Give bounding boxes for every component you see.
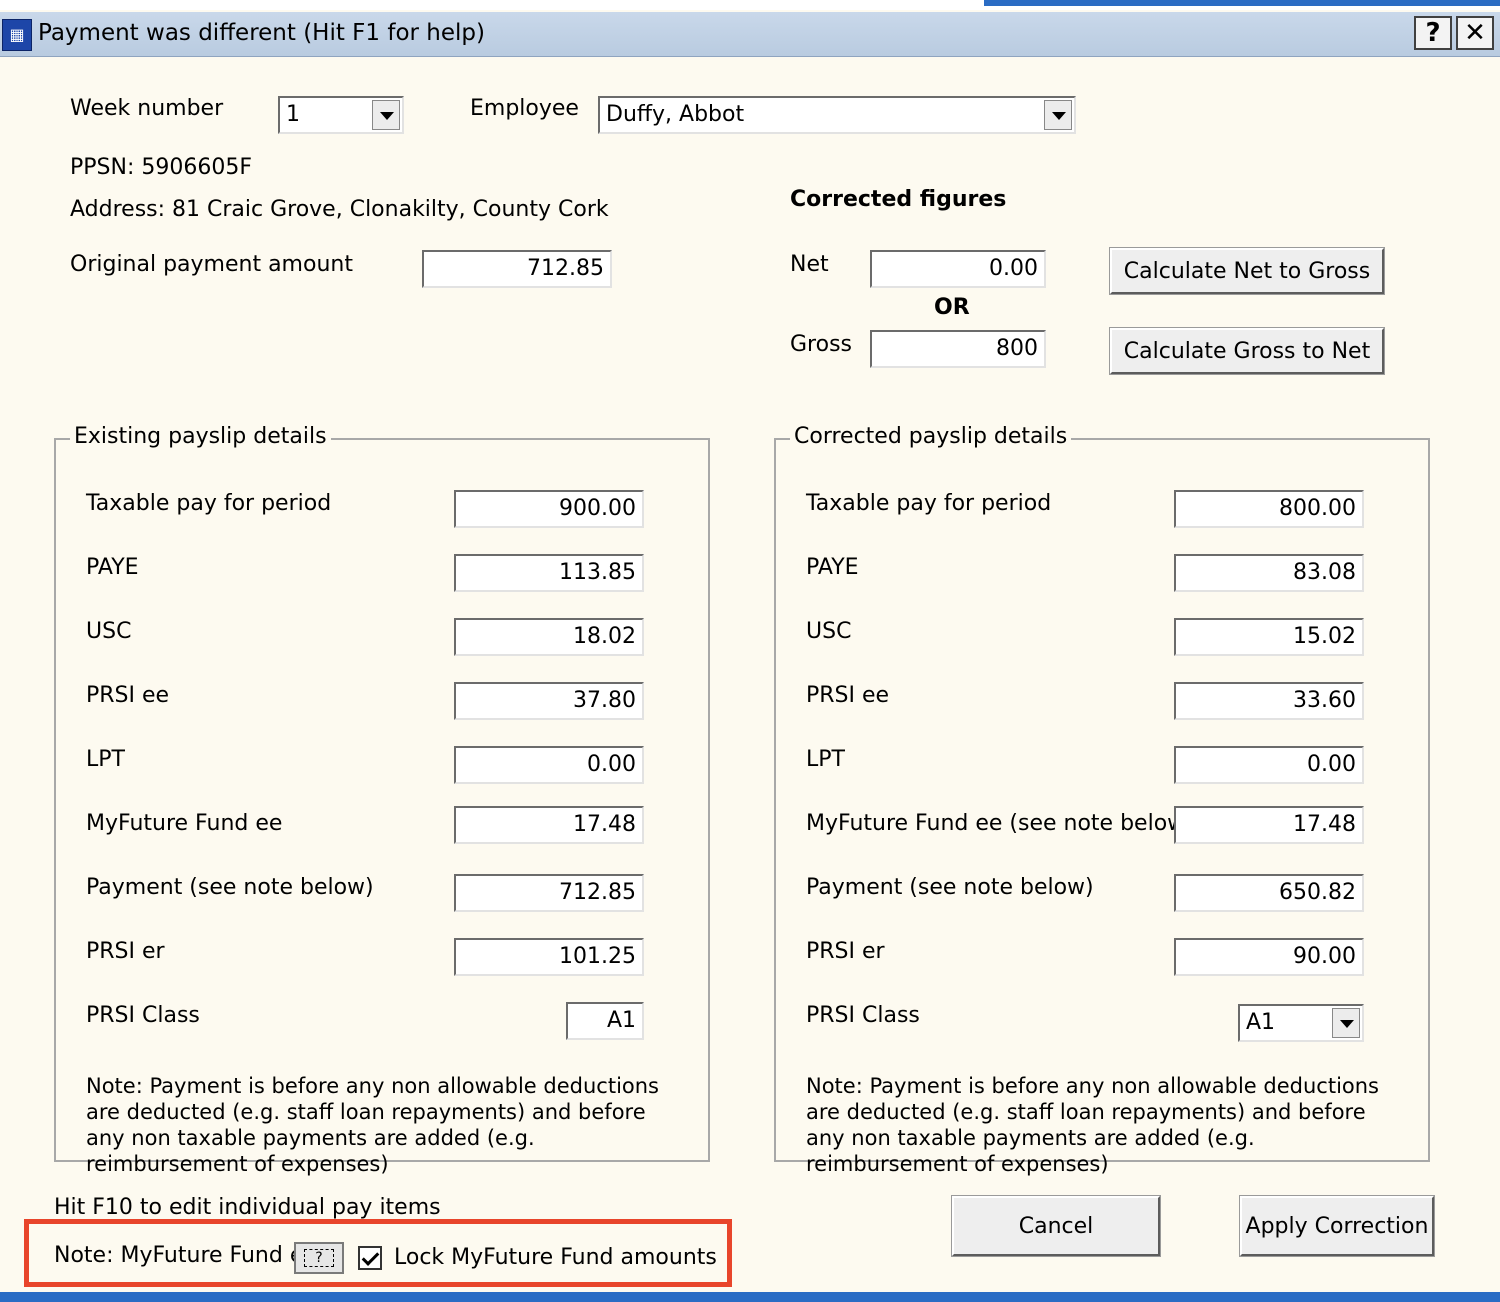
- chevron-down-icon[interactable]: [372, 100, 400, 130]
- existing-taxable-pay-field[interactable]: 900.00: [454, 490, 644, 528]
- existing-row-label: MyFuture Fund ee: [86, 811, 283, 836]
- close-button[interactable]: ✕: [1456, 16, 1494, 50]
- ppsn-text: PPSN: 5906605F: [70, 155, 252, 180]
- existing-row-label: USC: [86, 619, 132, 644]
- myfuture-note-label: Note: MyFuture Fund ee: [54, 1243, 317, 1268]
- net-label: Net: [790, 252, 829, 277]
- week-number-select[interactable]: 1: [278, 96, 404, 134]
- existing-paye-field[interactable]: 113.85: [454, 554, 644, 592]
- corrected-myfuture-field[interactable]: 17.48: [1174, 806, 1364, 844]
- employee-select[interactable]: Duffy, Abbot: [598, 96, 1076, 134]
- calculate-gross-to-net-button[interactable]: Calculate Gross to Net: [1109, 327, 1385, 375]
- corrected-row-label: Taxable pay for period: [806, 491, 1052, 516]
- corrected-row-label: PAYE: [806, 555, 859, 580]
- chevron-down-icon[interactable]: [1044, 100, 1072, 130]
- corrected-prsi-class-value: A1: [1246, 1010, 1276, 1035]
- corrected-prsi-class-label: PRSI Class: [806, 1003, 920, 1028]
- existing-usc-field[interactable]: 18.02: [454, 618, 644, 656]
- myfuture-note-button[interactable]: ?: [294, 1242, 344, 1274]
- corrected-payslip-group: Corrected payslip details: [774, 424, 1430, 1162]
- corrected-usc-field[interactable]: 15.02: [1174, 618, 1364, 656]
- existing-row-label: PAYE: [86, 555, 139, 580]
- gross-label: Gross: [790, 332, 852, 357]
- corrected-row-label: USC: [806, 619, 852, 644]
- existing-row-label: Payment (see note below): [86, 875, 374, 900]
- existing-payslip-group: Existing payslip details: [54, 424, 710, 1162]
- existing-lpt-field[interactable]: 0.00: [454, 746, 644, 784]
- gross-field[interactable]: 800: [870, 330, 1046, 368]
- week-number-label: Week number: [70, 96, 224, 121]
- employee-value: Duffy, Abbot: [606, 102, 745, 127]
- help-icon: ?: [304, 1249, 334, 1267]
- existing-payslip-legend: Existing payslip details: [70, 424, 331, 449]
- existing-prsi-class-field[interactable]: A1: [566, 1002, 644, 1040]
- corrected-payment-field[interactable]: 650.82: [1174, 874, 1364, 912]
- title-bar: ▦ Payment was different (Hit F1 for help…: [0, 12, 1500, 57]
- existing-payment-field[interactable]: 712.85: [454, 874, 644, 912]
- calculate-net-to-gross-button[interactable]: Calculate Net to Gross: [1109, 247, 1385, 295]
- employee-label: Employee: [470, 96, 579, 121]
- existing-prsi-class-label: PRSI Class: [86, 1003, 200, 1028]
- f10-hint: Hit F10 to edit individual pay items: [54, 1195, 441, 1220]
- corrected-row-label: MyFuture Fund ee (see note below): [806, 811, 1194, 836]
- original-payment-field[interactable]: 712.85: [422, 250, 612, 288]
- existing-row-label: PRSI ee: [86, 683, 170, 708]
- lock-myfuture-checkbox[interactable]: [358, 1246, 382, 1270]
- corrected-prsi-er-field[interactable]: 90.00: [1174, 938, 1364, 976]
- corrected-lpt-field[interactable]: 0.00: [1174, 746, 1364, 784]
- window-title: Payment was different (Hit F1 for help): [38, 20, 485, 46]
- existing-prsi-er-field[interactable]: 101.25: [454, 938, 644, 976]
- chevron-down-icon[interactable]: [1332, 1008, 1360, 1038]
- cancel-button[interactable]: Cancel: [951, 1195, 1161, 1257]
- bottom-strip: [0, 1292, 1500, 1302]
- corrected-prsi-class-select[interactable]: A1: [1238, 1004, 1364, 1042]
- corrected-row-label: PRSI ee: [806, 683, 890, 708]
- corrected-prsi-ee-field[interactable]: 33.60: [1174, 682, 1364, 720]
- address-text: Address: 81 Craic Grove, Clonakilty, Cou…: [70, 197, 609, 222]
- lock-myfuture-label[interactable]: Lock MyFuture Fund amounts: [394, 1245, 717, 1270]
- corrected-payslip-legend: Corrected payslip details: [790, 424, 1072, 449]
- corrected-row-label: LPT: [806, 747, 845, 772]
- corrected-taxable-pay-field[interactable]: 800.00: [1174, 490, 1364, 528]
- existing-prsi-ee-field[interactable]: 37.80: [454, 682, 644, 720]
- existing-myfuture-field[interactable]: 17.48: [454, 806, 644, 844]
- app-icon: ▦: [2, 19, 32, 51]
- original-payment-label: Original payment amount: [70, 252, 353, 277]
- top-strip: [0, 0, 1500, 10]
- existing-row-label: LPT: [86, 747, 125, 772]
- corrected-row-label: Payment (see note below): [806, 875, 1094, 900]
- existing-row-label: Taxable pay for period: [86, 491, 332, 516]
- corrected-paye-field[interactable]: 83.08: [1174, 554, 1364, 592]
- corrected-row-label: PRSI er: [806, 939, 885, 964]
- or-label: OR: [934, 295, 970, 320]
- apply-correction-button[interactable]: Apply Correction: [1239, 1195, 1435, 1257]
- corrected-figures-heading: Corrected figures: [790, 187, 1007, 212]
- net-field[interactable]: 0.00: [870, 250, 1046, 288]
- help-button[interactable]: ?: [1414, 16, 1452, 50]
- corrected-note: Note: Payment is before any non allowabl…: [806, 1074, 1379, 1176]
- existing-note: Note: Payment is before any non allowabl…: [86, 1074, 659, 1176]
- top-strip-accent: [984, 0, 1500, 6]
- week-number-value: 1: [286, 102, 300, 127]
- existing-row-label: PRSI er: [86, 939, 165, 964]
